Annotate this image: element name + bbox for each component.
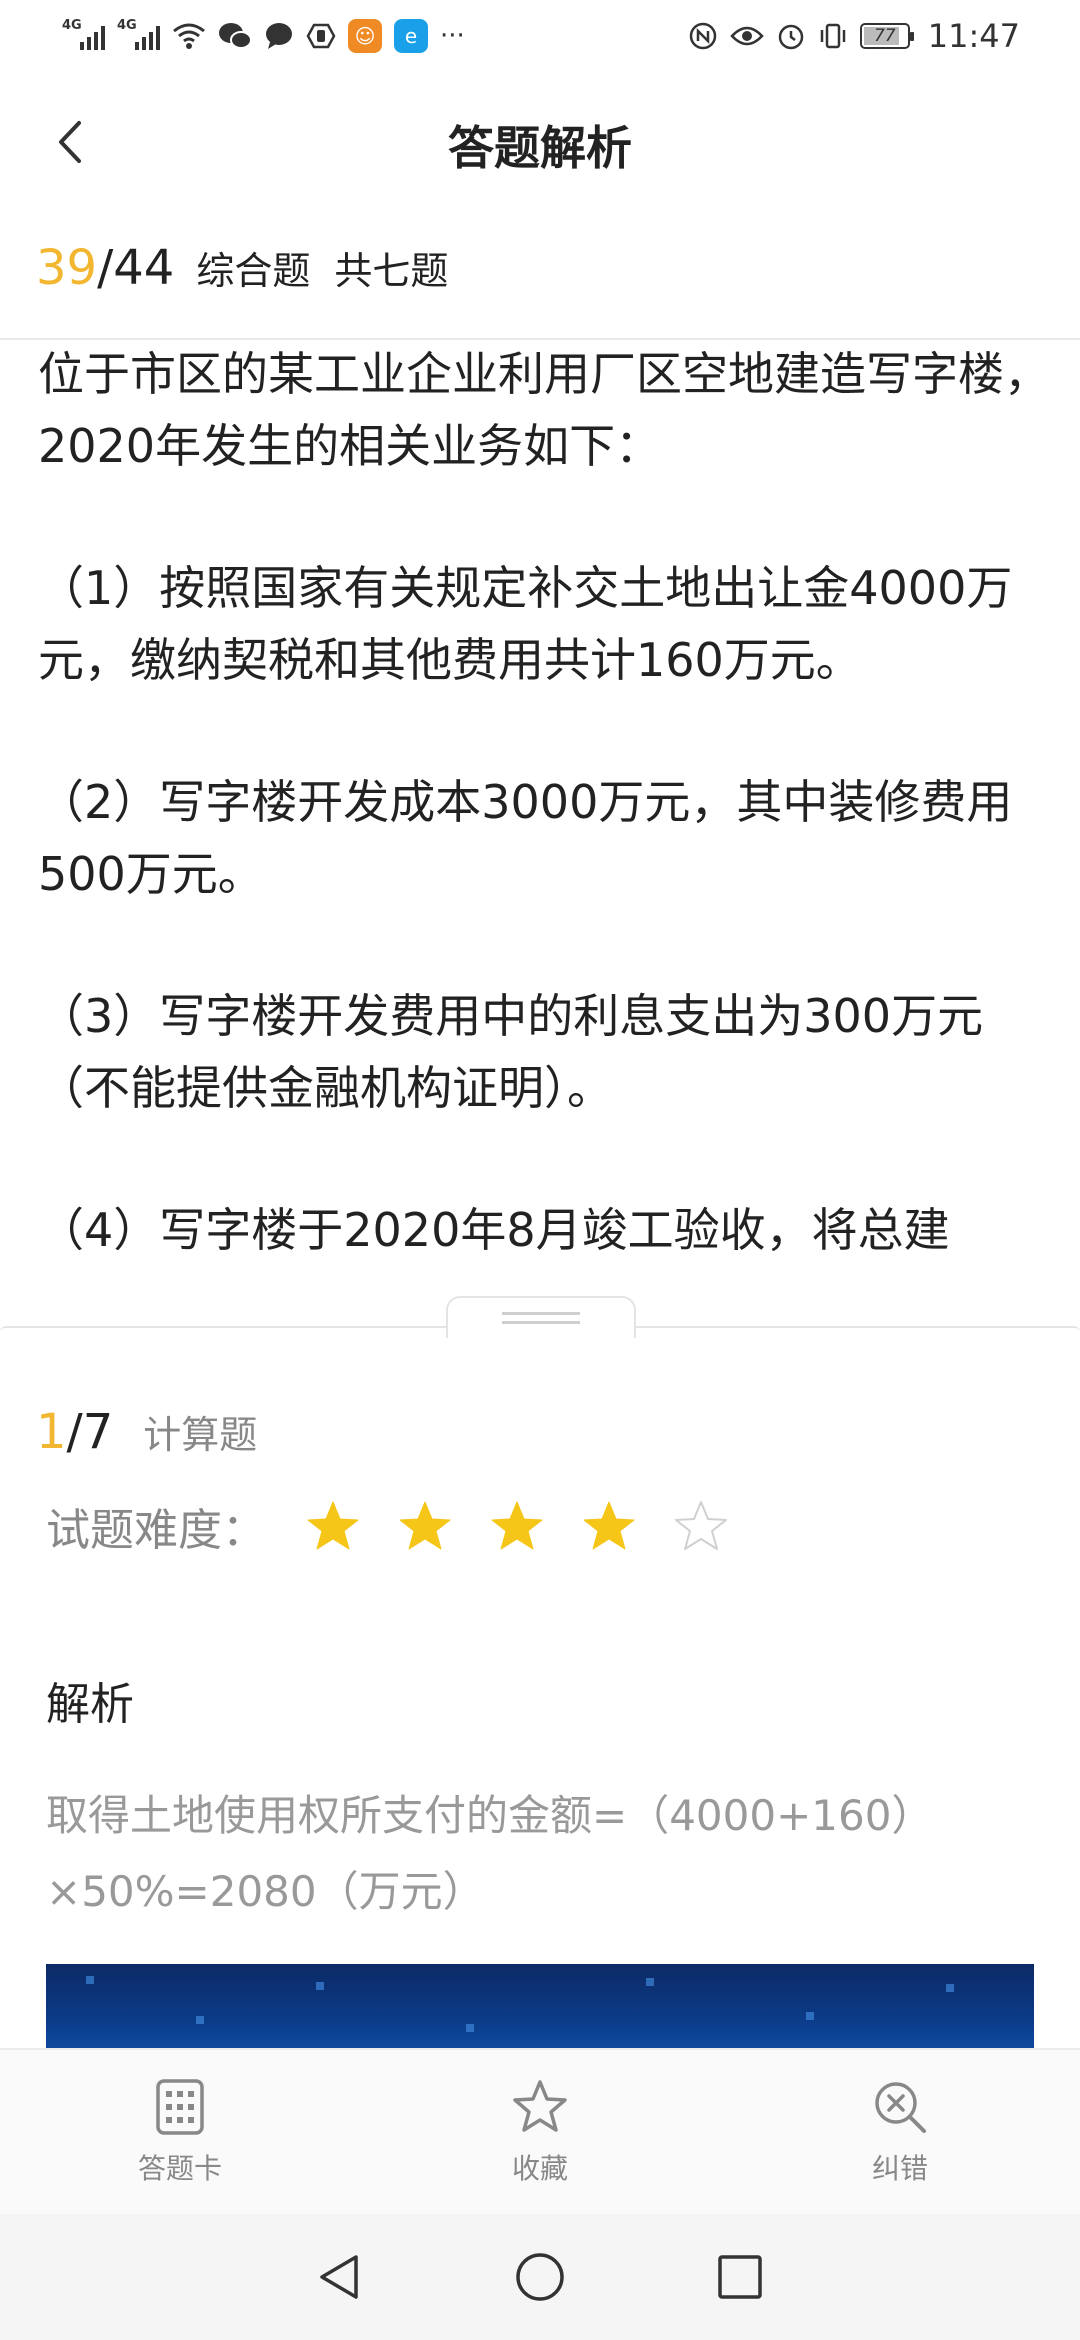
progress-current: 39: [36, 240, 98, 296]
app-header: 答题解析: [0, 72, 1080, 212]
tab-label: 收藏: [511, 2152, 568, 2185]
question-progress: 39 / 44 综合题 共七题: [36, 240, 448, 296]
more-notifications: ···: [440, 21, 465, 51]
sub-question-progress: 1 / 7 计算题: [36, 1404, 257, 1460]
stars: [306, 1499, 728, 1553]
page-title: 答题解析: [448, 121, 632, 175]
question-paragraph: （4）写字楼于2020年8月竣工验收，将总建: [38, 1203, 950, 1257]
difficulty-rating: 试题难度：: [46, 1494, 728, 1558]
grid-card-icon: [156, 2079, 204, 2135]
hand-icon: [306, 23, 336, 49]
star-filled-icon: [583, 1501, 635, 1550]
battery-level: 77: [873, 26, 896, 46]
wechat-icon: [219, 23, 252, 49]
signal-1-label: 4G: [62, 18, 82, 33]
sub-progress-current: 1: [36, 1404, 67, 1460]
tab-label: 纠错: [871, 2152, 928, 2185]
question-type: 综合题: [196, 249, 311, 293]
sub-question-type: 计算题: [143, 1413, 258, 1457]
question-text: 位于市区的某工业企业利用厂区空地建造写字楼，2020年发生的相关业务如下： （1…: [38, 338, 1050, 1298]
clock: 11:47: [927, 17, 1020, 55]
star-outline-icon: [513, 2080, 567, 2132]
vibrate-icon: [820, 23, 846, 49]
message-icon: [266, 23, 292, 49]
system-nav-bar: [0, 2214, 1080, 2340]
star-filled-icon: [491, 1501, 543, 1550]
browser-app-icon: e: [394, 19, 428, 53]
star-filled-icon: [307, 1501, 359, 1550]
wifi-icon: [173, 23, 205, 49]
battery-icon: 77: [859, 23, 914, 49]
nfc-icon: [689, 22, 717, 50]
analysis-text: 取得土地使用权所支付的金额=（4000+160） ×50%=2080（万元）: [46, 1778, 1046, 1930]
sub-progress-total: 7: [82, 1404, 114, 1460]
tab-label: 答题卡: [137, 2152, 222, 2185]
analysis-image: [46, 1964, 1034, 2048]
tab-report-error[interactable]: 纠错: [720, 2050, 1080, 2214]
sheet-drag-handle[interactable]: [446, 1296, 636, 1338]
alarm-icon: [778, 24, 804, 50]
question-paragraph: （1）按照国家有关规定补交土地出让金4000万元，缴纳契税和其他费用共计160万…: [38, 561, 1013, 687]
progress-total: 44: [113, 240, 175, 296]
analysis-title: 解析: [46, 1679, 134, 1730]
nav-back-icon[interactable]: [312, 2249, 368, 2305]
cell-signal-2-icon: 4G: [117, 18, 160, 50]
bottom-tab-bar: 答题卡 收藏 纠错: [0, 2048, 1080, 2214]
question-paragraph: （2）写字楼开发成本3000万元，其中装修费用500万元。: [38, 775, 1013, 901]
question-paragraph: （3）写字楼开发费用中的利息支出为300万元（不能提供金融机构证明）。: [38, 989, 984, 1115]
status-right: 77 11:47: [688, 17, 1020, 55]
nav-home-icon[interactable]: [512, 2249, 568, 2305]
sub-progress-separator: /: [66, 1404, 83, 1460]
analysis-sheet: 1 / 7 计算题 试题难度： 解析 取得土地使用权所支付的金额=（4000+1…: [0, 1326, 1080, 2048]
tab-favorite[interactable]: 收藏: [360, 2050, 720, 2214]
analysis-line: 取得土地使用权所支付的金额=（4000+160）: [46, 1791, 934, 1840]
star-filled-icon: [399, 1501, 451, 1550]
error-search-icon: [875, 2082, 926, 2133]
nav-recents-icon[interactable]: [712, 2249, 768, 2305]
question-paragraph: 位于市区的某工业企业利用厂区空地建造写字楼，2020年发生的相关业务如下：: [38, 347, 1050, 473]
question-count: 共七题: [334, 249, 449, 293]
analysis-line: ×50%=2080（万元）: [46, 1867, 485, 1916]
tab-answer-card[interactable]: 答题卡: [0, 2050, 360, 2214]
status-left: 4G 4G ☺ e ···: [62, 18, 465, 53]
progress-separator: /: [97, 240, 114, 296]
cell-signal-1-icon: 4G: [62, 18, 105, 50]
status-bar: 4G 4G ☺ e ··· 77 11:47: [0, 0, 1080, 72]
signal-2-label: 4G: [117, 18, 137, 33]
difficulty-label: 试题难度：: [46, 1505, 266, 1556]
cartoon-app-icon: ☺: [348, 19, 382, 53]
eye-icon: [730, 26, 764, 46]
star-empty-icon: [675, 1501, 727, 1550]
